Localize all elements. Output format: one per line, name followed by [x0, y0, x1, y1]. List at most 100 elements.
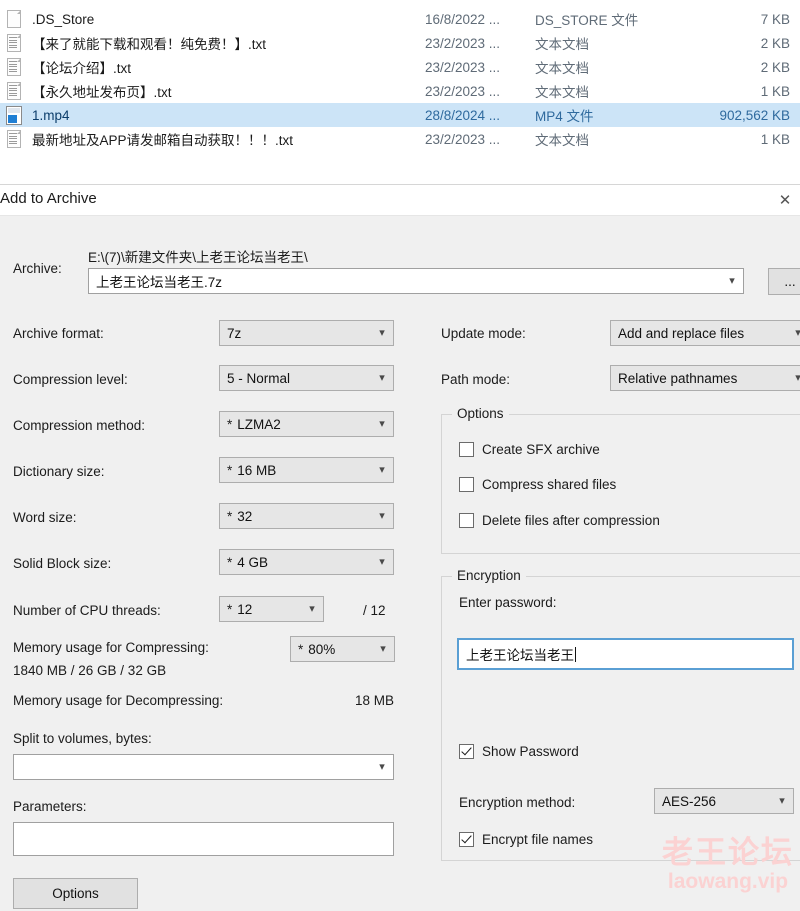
archive-label: Archive: [13, 261, 62, 276]
password-value: 上老王论坛当老王 [466, 648, 574, 663]
delete-files-after-compression-checkbox[interactable]: Delete files after compression [459, 513, 660, 528]
chevron-down-icon: ▾ [379, 417, 385, 430]
file-name: 【永久地址发布页】.txt [32, 85, 172, 100]
checkbox-box-checked [459, 744, 474, 759]
solid-block-size-combo[interactable]: * 4 GB ▾ [219, 549, 394, 575]
chevron-down-icon: ▾ [379, 555, 385, 568]
file-name: 最新地址及APP请发邮箱自动获取！！！.txt [32, 133, 294, 148]
file-size: 902,562 KB [719, 107, 790, 123]
cpu-threads-total: / 12 [363, 603, 386, 618]
compression-level-label: Compression level: [13, 372, 128, 387]
dictionary-size-combo[interactable]: * 16 MB ▾ [219, 457, 394, 483]
memory-usage-percent-value: 80% [308, 641, 336, 657]
word-size-combo[interactable]: * 32 ▾ [219, 503, 394, 529]
solid-block-size-label: Solid Block size: [13, 556, 112, 571]
file-type: 文本文档 [535, 133, 589, 148]
show-password-label: Show Password [482, 744, 579, 759]
memory-usage-percent-combo[interactable]: * 80% ▾ [290, 636, 395, 662]
chevron-down-icon: ▾ [795, 371, 800, 384]
solid-block-size-value: 4 GB [237, 554, 269, 570]
password-input[interactable]: 上老王论坛当老王 [457, 638, 794, 670]
archive-filename-combo[interactable]: 上老王论坛当老王.7z ▾ [88, 268, 744, 294]
dialog-body: Archive: E:\(7)\新建文件夹\上老王论坛当老王\ 上老王论坛当老王… [0, 216, 800, 911]
close-icon[interactable]: ✕ [764, 185, 800, 215]
default-marker: * [227, 601, 233, 617]
parameters-label: Parameters: [13, 799, 87, 814]
text-caret [575, 646, 576, 662]
file-name: 【来了就能下载和观看！纯免费！】.txt [32, 37, 267, 52]
text-file-icon [4, 129, 23, 149]
word-size-label: Word size: [13, 510, 77, 525]
compression-method-value: LZMA2 [237, 416, 281, 432]
table-row[interactable]: 【永久地址发布页】.txt 23/2/2023 ... 文本文档 1 KB [0, 79, 800, 103]
show-password-checkbox[interactable]: Show Password [459, 744, 579, 759]
archive-path-text: E:\(7)\新建文件夹\上老王论坛当老王\ [88, 250, 308, 265]
cpu-threads-combo[interactable]: * 12 ▾ [219, 596, 324, 622]
chevron-down-icon: ▾ [379, 760, 385, 773]
table-row[interactable]: 【论坛介绍】.txt 23/2/2023 ... 文本文档 2 KB [0, 55, 800, 79]
table-row[interactable]: 【来了就能下载和观看！纯免费！】.txt 23/2/2023 ... 文本文档 … [0, 31, 800, 55]
update-mode-label: Update mode: [441, 326, 526, 341]
create-sfx-archive-label: Create SFX archive [482, 442, 600, 457]
compression-method-combo[interactable]: * LZMA2 ▾ [219, 411, 394, 437]
path-mode-combo[interactable]: Relative pathnames ▾ [610, 365, 800, 391]
split-volumes-label: Split to volumes, bytes: [13, 731, 152, 746]
chevron-down-icon: ▾ [379, 326, 385, 339]
plain-file-icon [4, 9, 23, 29]
default-marker: * [227, 508, 233, 524]
compress-shared-files-checkbox[interactable]: Compress shared files [459, 477, 616, 492]
file-date: 23/2/2023 ... [425, 35, 501, 51]
dictionary-size-label: Dictionary size: [13, 464, 105, 479]
create-sfx-archive-checkbox[interactable]: Create SFX archive [459, 442, 600, 457]
delete-files-after-compression-label: Delete files after compression [482, 513, 660, 528]
path-mode-label: Path mode: [441, 372, 511, 387]
table-row[interactable]: 最新地址及APP请发邮箱自动获取！！！.txt 23/2/2023 ... 文本… [0, 127, 800, 151]
default-marker: * [227, 462, 233, 478]
dialog-title: Add to Archive [0, 190, 97, 207]
file-size: 7 KB [760, 11, 790, 27]
checkbox-box [459, 513, 474, 528]
file-name: .DS_Store [32, 11, 95, 27]
video-file-icon [4, 105, 23, 125]
file-name: 1.mp4 [32, 107, 70, 123]
checkbox-box [459, 442, 474, 457]
file-type: 文本文档 [535, 61, 589, 76]
text-file-icon [4, 33, 23, 53]
text-file-icon [4, 57, 23, 77]
memory-compressing-detail: 1840 MB / 26 GB / 32 GB [13, 663, 167, 678]
file-date: 23/2/2023 ... [425, 83, 501, 99]
table-row[interactable] [0, 0, 800, 7]
default-marker: * [227, 554, 233, 570]
checkbox-box-checked [459, 832, 474, 847]
memory-compressing-label: Memory usage for Compressing: [13, 640, 209, 655]
memory-decompressing-label: Memory usage for Decompressing: [13, 693, 224, 708]
file-date: 23/2/2023 ... [425, 131, 501, 147]
table-row-selected[interactable]: 1.mp4 28/8/2024 ... MP4 文件 902,562 KB [0, 103, 800, 127]
chevron-down-icon: ▾ [729, 274, 735, 287]
checkbox-box [459, 477, 474, 492]
file-size: 1 KB [760, 131, 790, 147]
file-explorer-list[interactable]: .DS_Store 16/8/2022 ... DS_STORE 文件 7 KB… [0, 0, 800, 184]
encrypt-file-names-checkbox[interactable]: Encrypt file names [459, 832, 593, 847]
word-size-value: 32 [237, 508, 253, 524]
encryption-groupbox: Encryption [441, 568, 800, 861]
browse-button[interactable]: ... [768, 268, 800, 295]
update-mode-combo[interactable]: Add and replace files ▾ [610, 320, 800, 346]
cpu-threads-value: 12 [237, 601, 253, 617]
table-row[interactable]: .DS_Store 16/8/2022 ... DS_STORE 文件 7 KB [0, 7, 800, 31]
file-type: DS_STORE 文件 [535, 13, 639, 28]
archive-format-label: Archive format: [13, 326, 104, 341]
options-group-title: Options [452, 406, 509, 421]
archive-format-combo[interactable]: 7z ▾ [219, 320, 394, 346]
encryption-method-combo[interactable]: AES-256 ▾ [654, 788, 794, 814]
add-to-archive-dialog: Add to Archive ✕ Archive: E:\(7)\新建文件夹\上… [0, 184, 800, 911]
options-button[interactable]: Options [13, 878, 138, 909]
compress-shared-files-label: Compress shared files [482, 477, 617, 492]
parameters-input[interactable] [13, 822, 394, 856]
compression-level-combo[interactable]: 5 - Normal ▾ [219, 365, 394, 391]
split-volumes-combo[interactable]: ▾ [13, 754, 394, 780]
file-date: 23/2/2023 ... [425, 59, 501, 75]
chevron-down-icon: ▾ [379, 371, 385, 384]
file-name: 【论坛介绍】.txt [32, 61, 132, 76]
file-date: 28/8/2024 ... [425, 107, 501, 123]
